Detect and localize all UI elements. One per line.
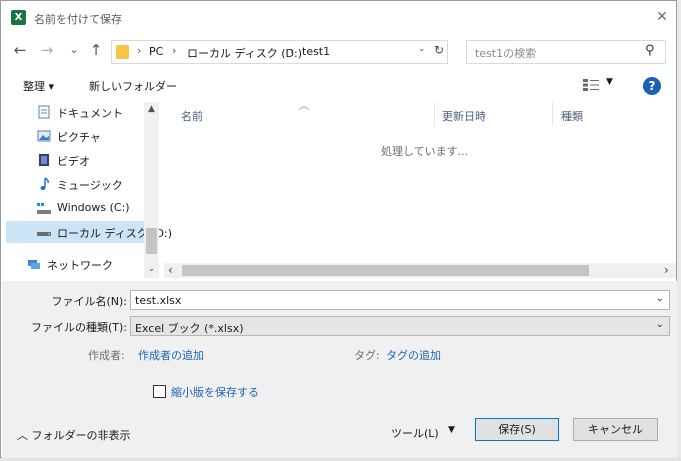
windows-drive-icon [37, 203, 51, 214]
view-options-icon[interactable] [583, 79, 599, 91]
add-author-link[interactable]: 作成者の追加 [138, 347, 204, 363]
new-folder-button[interactable]: 新しいフォルダー [89, 78, 177, 94]
forward-arrow-icon[interactable]: → [38, 40, 56, 60]
scroll-up-icon[interactable]: ▲ [146, 104, 157, 114]
tools-dropdown-icon[interactable]: ▼ [448, 425, 455, 435]
sidebar-item-label: ドキュメント [57, 107, 123, 120]
column-divider[interactable] [434, 102, 435, 126]
chevron-up-icon: ︿ [17, 429, 32, 442]
view-dropdown-icon[interactable]: ▼ [606, 77, 613, 87]
save-button[interactable]: 保存(S) [475, 418, 559, 441]
file-list-scrollbar[interactable]: ‹ › [164, 263, 676, 278]
excel-icon: X [11, 10, 26, 25]
window-title: 名前を付けて保存 [34, 13, 122, 26]
file-type-label: ファイルの種類(T): [30, 321, 127, 334]
sidebar-item-network[interactable]: ネットワーク [0, 253, 136, 275]
chevron-down-icon[interactable]: ⌄ [656, 319, 664, 330]
navigation-pane: ドキュメント ピクチャ ビデオ ミュージック Windows (C:) ローカル… [6, 100, 172, 280]
file-type-select[interactable]: Excel ブック (*.xlsx) ⌄ [130, 316, 670, 336]
sidebar-item-label: ミュージック [57, 179, 123, 192]
drive-icon [37, 232, 51, 236]
up-arrow-icon[interactable]: ↑ [87, 40, 105, 60]
hide-folders-label: フォルダーの非表示 [31, 429, 131, 442]
sidebar-item-videos[interactable]: ビデオ [6, 149, 146, 171]
column-divider[interactable] [552, 102, 553, 126]
hide-folders-button[interactable]: ︿ フォルダーの非表示 [17, 427, 131, 443]
address-dropdown-icon[interactable]: ⌄ [418, 44, 430, 54]
breadcrumb-separator: › [137, 44, 142, 57]
breadcrumb-test1[interactable]: test1 [302, 45, 330, 58]
save-as-dialog: X 名前を付けて保存 ✕ ← → ⌄ ↑ › PC › ローカル ディスク (D… [0, 0, 677, 458]
filename-input[interactable]: test.xlsx ⌄ [130, 290, 670, 310]
address-bar[interactable]: › PC › ローカル ディスク (D:) › test1 ⌄ ↻ [111, 40, 448, 64]
sidebar-item-label: ネットワーク [47, 259, 113, 272]
folder-icon [116, 45, 129, 59]
file-type-value: Excel ブック (*.xlsx) [135, 322, 244, 335]
sidebar-item-documents[interactable]: ドキュメント [6, 101, 146, 123]
tags-label: タグ: [354, 349, 380, 362]
scroll-down-icon[interactable]: ⌄ [146, 264, 157, 274]
breadcrumb-separator: › [172, 44, 177, 57]
video-icon [39, 154, 49, 166]
scroll-right-icon[interactable]: › [664, 263, 669, 277]
background-window-edge [677, 0, 681, 461]
add-tags-link[interactable]: タグの追加 [386, 347, 441, 363]
network-icon [28, 260, 40, 269]
scroll-left-icon[interactable]: ‹ [168, 263, 173, 277]
filename-value: test.xlsx [135, 294, 182, 307]
help-icon[interactable]: ? [643, 77, 661, 95]
scrollbar-thumb[interactable] [182, 265, 589, 276]
sidebar-item-label: ピクチャ [57, 131, 101, 144]
tools-button[interactable]: ツール(L) [391, 425, 439, 441]
recent-locations-icon[interactable]: ⌄ [65, 40, 83, 60]
sort-indicator-icon: ︿ [299, 101, 309, 112]
cancel-button[interactable]: キャンセル [573, 418, 658, 441]
search-placeholder: test1の検索 [475, 47, 537, 60]
loading-status: 処理しています... [381, 145, 469, 158]
music-icon [40, 177, 49, 190]
filename-label: ファイル名(N): [51, 295, 127, 308]
breadcrumb-pc[interactable]: PC [149, 45, 163, 58]
sidebar-item-music[interactable]: ミュージック [6, 173, 146, 195]
chevron-down-icon[interactable]: ⌄ [656, 293, 664, 304]
close-icon[interactable]: ✕ [652, 7, 672, 27]
back-arrow-icon[interactable]: ← [11, 40, 29, 60]
sidebar-item-label: Windows (C:) [57, 201, 130, 214]
column-header-name[interactable]: 名前 [181, 108, 203, 124]
breadcrumb-local-disk[interactable]: ローカル ディスク (D:) [187, 45, 302, 61]
save-thumbnail-label[interactable]: 縮小版を保存する [171, 384, 259, 400]
sidebar-scrollbar[interactable]: ▲ ⌄ [144, 102, 159, 278]
pictures-icon [37, 130, 51, 142]
column-header-type[interactable]: 種類 [561, 108, 583, 124]
author-label: 作成者: [88, 349, 125, 362]
sidebar-item-pictures[interactable]: ピクチャ [6, 125, 146, 147]
column-header-modified[interactable]: 更新日時 [442, 108, 486, 124]
sidebar-item-label: ビデオ [57, 155, 90, 168]
document-icon [38, 105, 50, 119]
save-thumbnail-checkbox[interactable] [153, 385, 166, 398]
search-box[interactable]: test1の検索 ⚲ [466, 40, 666, 64]
breadcrumb-separator: › [290, 44, 295, 57]
refresh-icon[interactable]: ↻ [434, 43, 448, 57]
sidebar-item-local-disk-d[interactable]: ローカル ディスク (D:) [6, 221, 172, 243]
sidebar-item-windows-c[interactable]: Windows (C:) [6, 197, 146, 219]
organize-button[interactable]: 整理 ▾ [23, 78, 54, 94]
scrollbar-thumb[interactable] [146, 228, 157, 254]
search-icon: ⚲ [645, 43, 655, 58]
